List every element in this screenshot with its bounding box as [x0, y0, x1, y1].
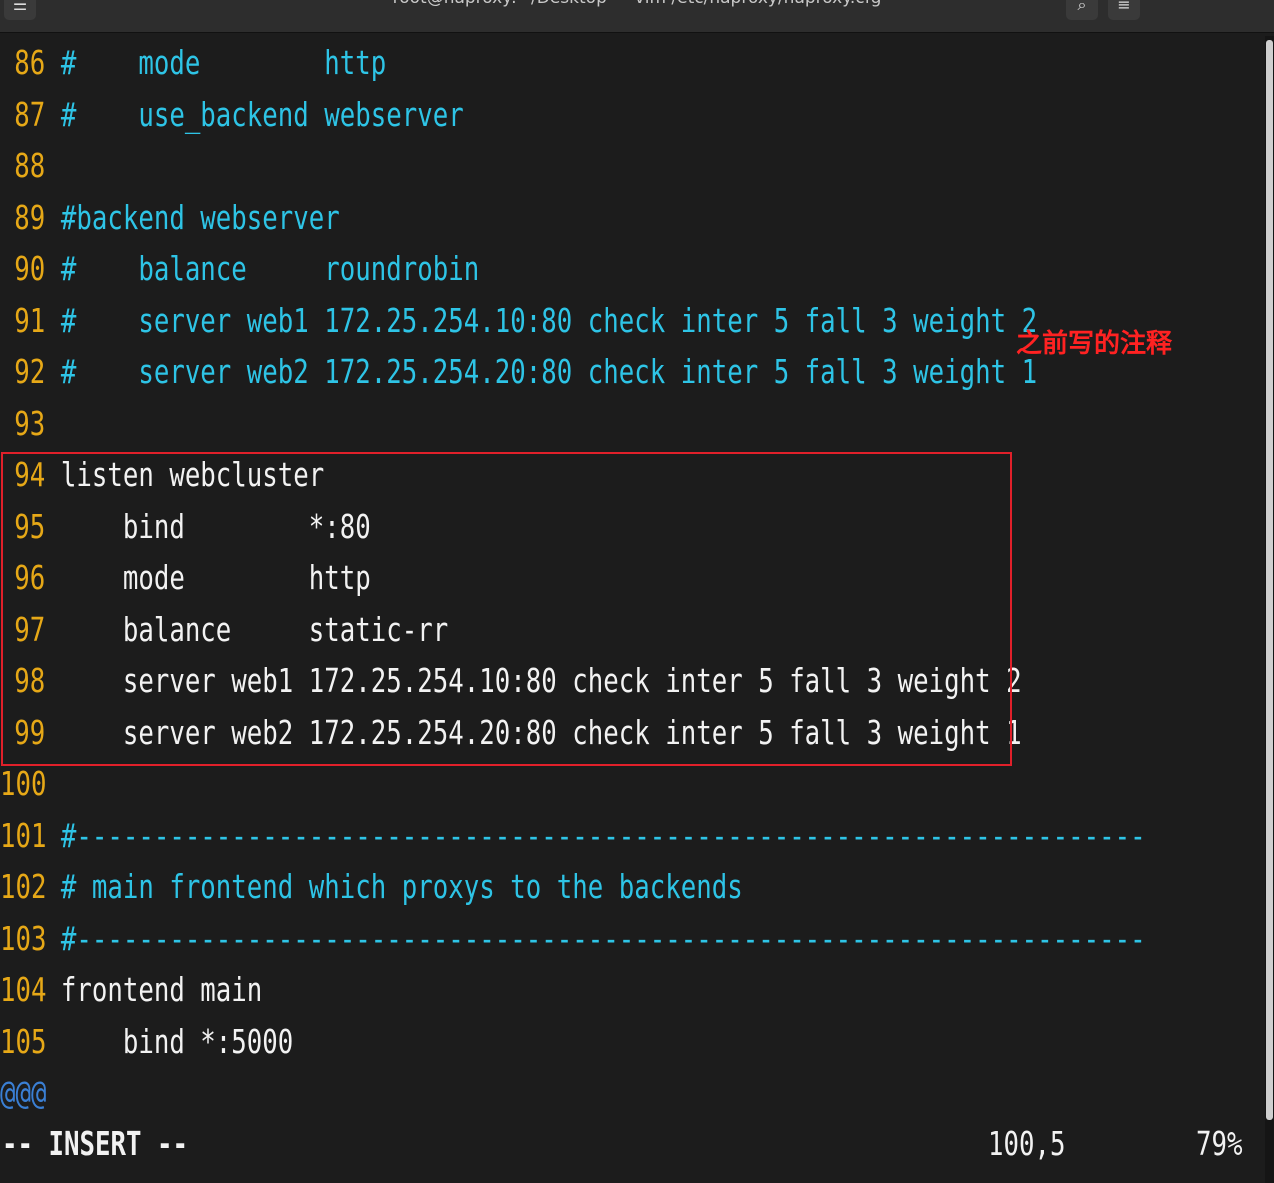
annotation-label: 之前写的注释 — [1016, 329, 1173, 359]
editor-line: 93 — [0, 398, 1264, 450]
line-text: server web1 172.25.254.10:80 check inter… — [60, 661, 1022, 700]
editor-line: 102 # main frontend which proxys to the b… — [0, 861, 1264, 913]
line-number: 105 — [0, 1021, 47, 1061]
editor-line: 103 #------------------------------------… — [0, 913, 1264, 965]
line-text: frontend main — [60, 970, 263, 1009]
vim-editor[interactable]: 86 # mode http 87 # use_backend webserver … — [0, 37, 1268, 1177]
line-number: 87 — [14, 94, 46, 134]
line-number: 104 — [0, 970, 47, 1009]
line-text: listen webcluster — [60, 455, 325, 494]
line-text: balance static-rr — [60, 609, 449, 649]
line-number: 95 — [14, 506, 46, 546]
editor-line: 86 # mode http — [0, 37, 1264, 89]
line-text: #backend webserver — [60, 197, 340, 237]
cursor-position: 100,5 — [988, 1124, 1066, 1163]
editor-line: 87 # use_backend webserver — [0, 89, 1264, 141]
editor-line: 104 frontend main — [0, 964, 1264, 1016]
line-text: # use_backend webserver — [60, 94, 464, 134]
line-number: 97 — [14, 609, 46, 649]
line-number: 94 — [14, 455, 46, 494]
line-text: #---------------------------------------… — [60, 918, 1146, 958]
line-number: 98 — [14, 661, 46, 700]
line-number: 100 — [0, 764, 47, 803]
line-number: 90 — [14, 249, 46, 288]
line-text: # server web1 172.25.254.10:80 check int… — [60, 300, 1038, 340]
editor-line: 88 — [0, 140, 1264, 192]
editor-line: 95 bind *:80 — [0, 501, 1264, 553]
scroll-percent: 79% — [1196, 1124, 1243, 1163]
line-text: #---------------------------------------… — [60, 815, 1146, 855]
line-number: 92 — [14, 352, 46, 391]
line-number: 103 — [0, 918, 47, 958]
line-number: 99 — [14, 712, 46, 752]
line-number: 88 — [14, 146, 46, 185]
scrollbar-thumb[interactable] — [1266, 40, 1273, 1120]
editor-line: 90 # balance roundrobin — [0, 243, 1264, 295]
editor-line: 105 bind *:5000 — [0, 1016, 1264, 1068]
line-number: 91 — [14, 300, 46, 340]
editor-line: 98 server web1 172.25.254.10:80 check in… — [0, 655, 1264, 707]
editor-line: 89 #backend webserver — [0, 192, 1264, 244]
line-number: 93 — [14, 403, 46, 443]
line-number: 96 — [14, 558, 46, 597]
overflow-marker: @@@ — [0, 1073, 47, 1112]
editor-line: 94 listen webcluster — [0, 449, 1264, 501]
vim-statusline: -- INSERT -- 100,5 79% — [0, 1118, 1268, 1170]
line-number: 101 — [0, 815, 47, 855]
editor-line: 100 — [0, 758, 1264, 810]
hamburger-menu-icon[interactable]: ≡ — [1108, 0, 1140, 20]
line-text: # main frontend which proxys to the back… — [60, 867, 743, 906]
search-icon[interactable]: ⌕ — [1066, 0, 1098, 20]
line-text: bind *:80 — [60, 506, 371, 546]
line-text: mode http — [60, 558, 371, 597]
line-text: server web2 172.25.254.20:80 check inter… — [60, 712, 1022, 752]
line-text: # server web2 172.25.254.20:80 check int… — [60, 352, 1038, 391]
editor-line: 96 mode http — [0, 552, 1264, 604]
line-number: 86 — [14, 43, 46, 82]
line-text: # mode http — [60, 43, 387, 82]
line-text: bind *:5000 — [60, 1021, 294, 1061]
window-titlebar: ☰ root@haproxy:~/Desktop — vim /etc/hapr… — [0, 0, 1274, 33]
editor-line: 97 balance static-rr — [0, 604, 1264, 656]
editor-line: 99 server web2 172.25.254.20:80 check in… — [0, 707, 1264, 759]
line-number: 89 — [14, 197, 46, 237]
editor-line: 101 #------------------------------------… — [0, 810, 1264, 862]
line-text: # balance roundrobin — [60, 249, 480, 288]
mode-indicator: -- INSERT -- — [2, 1124, 188, 1163]
line-number: 102 — [0, 867, 47, 906]
